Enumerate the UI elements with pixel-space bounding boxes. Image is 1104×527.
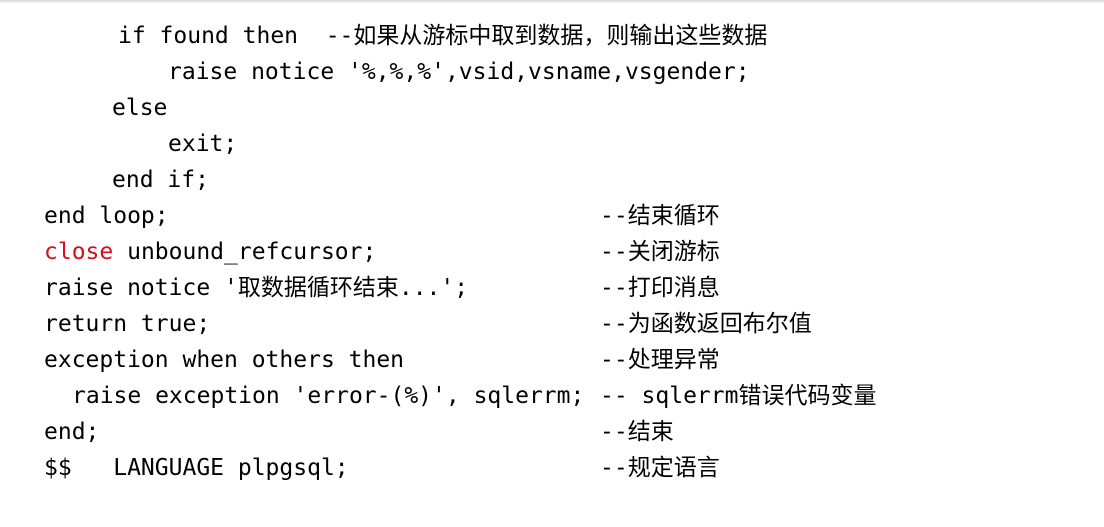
comment-language: --规定语言	[600, 455, 720, 481]
code-line-end: end;	[44, 419, 100, 445]
comment-end: --结束	[600, 419, 674, 445]
comment-end-loop: --结束循环	[600, 203, 720, 229]
code-line-end-if: end if;	[112, 167, 209, 193]
code-line-raise-notice-end: raise notice '取数据循环结束...';	[44, 275, 469, 301]
close-statement-rest: unbound_refcursor;	[113, 239, 377, 265]
code-line-raise-exception: raise exception 'error-(%)', sqlerrm;	[72, 383, 585, 409]
code-line-else: else	[112, 95, 168, 121]
keyword-close: close	[44, 239, 114, 265]
code-line-if-found: if found then --如果从游标中取到数据，则输出这些数据	[118, 23, 768, 49]
comment-handle-exception: --处理异常	[600, 347, 720, 373]
code-line-end-loop: end loop;	[44, 203, 169, 229]
comment-print-message: --打印消息	[600, 275, 720, 301]
code-line-raise-notice-vars: raise notice '%,%,%',vsid,vsname,vsgende…	[168, 59, 750, 85]
comment-return-boolean: --为函数返回布尔值	[600, 311, 812, 337]
code-line-close-cursor: close unbound_refcursor;	[44, 234, 376, 270]
comment-sqlerrm: -- sqlerrm错误代码变量	[600, 383, 877, 409]
code-line-exit: exit;	[168, 131, 238, 157]
comment-close-cursor: --关闭游标	[600, 239, 720, 265]
code-line-return-true: return true;	[44, 311, 211, 337]
code-line-exception-when: exception when others then	[44, 347, 405, 373]
code-line-language: $$ LANGUAGE plpgsql;	[44, 455, 349, 481]
code-block: if found then --如果从游标中取到数据，则输出这些数据 raise…	[0, 0, 1104, 527]
